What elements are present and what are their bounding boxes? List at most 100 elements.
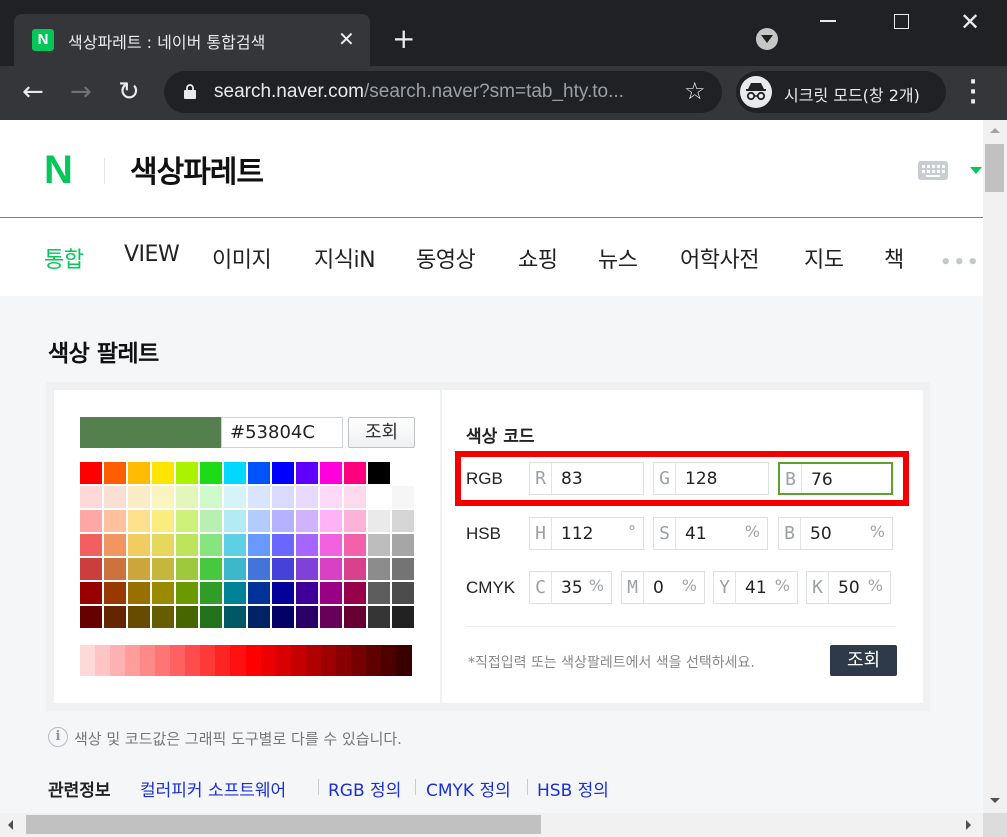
color-swatch[interactable] [152,462,174,484]
color-swatch[interactable] [248,558,270,580]
hsb-s-field[interactable]: S 41 % [653,517,768,550]
color-swatch[interactable] [176,486,198,508]
cmyk-c-field[interactable]: C 35 % [529,571,612,604]
color-swatch[interactable] [200,582,222,604]
color-swatch[interactable] [176,558,198,580]
tab-dictionary[interactable]: 어학사전 [680,242,759,274]
color-swatch[interactable] [128,462,150,484]
tab-integrated[interactable]: 통합 [44,242,84,274]
color-swatch[interactable] [272,510,294,532]
vertical-scroll-thumb[interactable] [985,144,1004,192]
shade-swatch[interactable] [245,645,262,676]
back-arrow-icon[interactable]: ← [22,78,44,106]
color-swatch[interactable] [176,582,198,604]
tab-search-chevron-icon[interactable] [756,28,778,50]
color-swatch[interactable] [344,510,366,532]
bookmark-star-icon[interactable]: ☆ [684,77,706,105]
color-swatch[interactable] [296,510,318,532]
color-swatch[interactable] [224,486,246,508]
rgb-g-field[interactable]: G 128 [653,462,769,495]
shade-swatch[interactable] [125,645,142,676]
color-swatch[interactable] [272,582,294,604]
color-swatch[interactable] [80,462,102,484]
color-swatch[interactable] [80,534,102,556]
color-swatch[interactable] [176,534,198,556]
color-swatch[interactable] [104,582,126,604]
color-swatch[interactable] [248,582,270,604]
minimize-icon[interactable] [820,20,836,22]
color-swatch[interactable] [320,486,342,508]
search-query[interactable]: 색상파레트 [130,147,264,191]
color-swatch[interactable] [344,534,366,556]
tab-view[interactable]: VIEW [124,242,180,267]
color-swatch[interactable] [248,534,270,556]
scroll-right-icon[interactable] [966,820,971,830]
browser-tab[interactable]: N 색상파레트 : 네이버 통합검색 ✕ [14,14,370,66]
browser-menu-icon[interactable]: · · · [966,72,980,114]
color-swatch[interactable] [80,510,102,532]
color-swatch[interactable] [344,606,366,628]
color-swatch[interactable] [152,582,174,604]
color-swatch[interactable] [104,486,126,508]
link-hsb-definition[interactable]: HSB 정의 [537,776,609,801]
color-swatch[interactable] [200,558,222,580]
maximize-icon[interactable] [894,14,909,29]
hsb-b-field[interactable]: B 50 % [778,517,893,550]
cmyk-k-field[interactable]: K 50 % [806,571,891,604]
tab-video[interactable]: 동영상 [416,242,476,274]
hsb-h-field[interactable]: H 112 ° [529,517,644,550]
color-swatch[interactable] [80,558,102,580]
color-swatch[interactable] [104,462,126,484]
shade-swatch[interactable] [335,645,352,676]
color-swatch[interactable] [296,534,318,556]
color-swatch[interactable] [80,606,102,628]
color-swatch[interactable] [104,558,126,580]
color-swatch[interactable] [392,510,414,532]
shade-swatch[interactable] [140,645,157,676]
color-swatch[interactable] [200,462,222,484]
color-swatch[interactable] [272,558,294,580]
tab-news[interactable]: 뉴스 [598,242,638,274]
tab-knowledge-in[interactable]: 지식iN [314,242,376,274]
color-swatch[interactable] [320,510,342,532]
shade-swatch[interactable] [380,645,397,676]
link-rgb-definition[interactable]: RGB 정의 [328,776,401,801]
shade-swatch[interactable] [155,645,172,676]
color-swatch[interactable] [248,462,270,484]
color-swatch[interactable] [128,534,150,556]
color-swatch[interactable] [176,606,198,628]
color-swatch[interactable] [344,486,366,508]
vertical-scrollbar[interactable] [983,120,1007,813]
color-swatch[interactable] [128,558,150,580]
keyboard-icon[interactable] [918,161,948,180]
cmyk-y-field[interactable]: Y 41 % [713,571,798,604]
color-swatch[interactable] [128,582,150,604]
color-swatch[interactable] [368,510,390,532]
shade-swatch[interactable] [365,645,382,676]
more-tabs-icon[interactable]: ••• [940,252,981,273]
hex-input[interactable]: #53804C [221,417,343,448]
color-swatch[interactable] [80,486,102,508]
color-swatch[interactable] [296,558,318,580]
scroll-up-icon[interactable] [990,128,1000,133]
color-swatch[interactable] [104,510,126,532]
tab-book[interactable]: 책 [884,242,904,274]
rgb-b-field[interactable]: B 76 [778,462,893,495]
color-swatch[interactable] [392,582,414,604]
color-swatch[interactable] [248,510,270,532]
color-swatch[interactable] [128,486,150,508]
incognito-indicator[interactable]: 시크릿 모드(창 2개) [736,71,946,113]
color-swatch[interactable] [296,486,318,508]
color-swatch[interactable] [248,606,270,628]
shade-swatch[interactable] [80,645,96,676]
color-swatch[interactable] [392,606,414,628]
color-swatch[interactable] [200,510,222,532]
color-swatch[interactable] [200,534,222,556]
color-swatch[interactable] [128,510,150,532]
color-swatch[interactable] [248,486,270,508]
color-swatch[interactable] [296,606,318,628]
color-swatch[interactable] [224,558,246,580]
shade-swatch[interactable] [275,645,292,676]
color-swatch[interactable] [272,462,294,484]
cmyk-m-field[interactable]: M 0 % [621,571,705,604]
